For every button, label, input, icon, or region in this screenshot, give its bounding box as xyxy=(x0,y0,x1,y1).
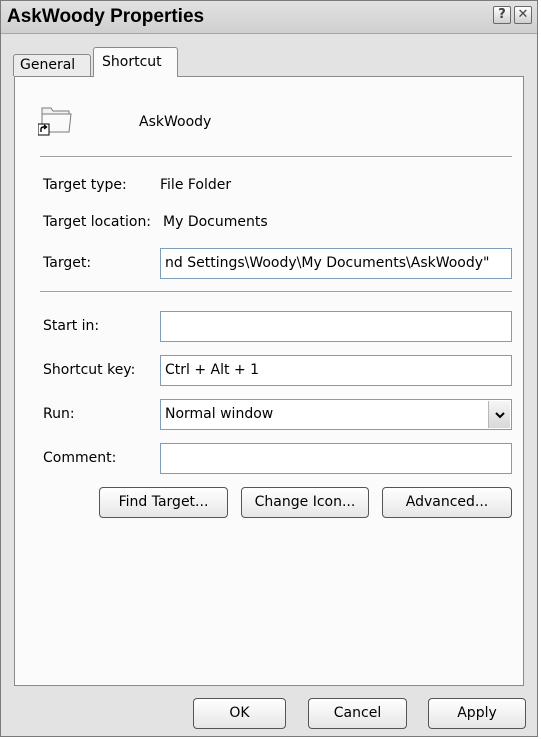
start-in-label: Start in: xyxy=(43,318,100,334)
ok-button[interactable]: OK xyxy=(193,698,286,729)
comment-field[interactable] xyxy=(160,443,512,474)
advanced-button[interactable]: Advanced... xyxy=(382,487,512,518)
target-location-value: My Documents xyxy=(163,214,268,230)
comment-label: Comment: xyxy=(43,450,117,466)
target-type-label: Target type: xyxy=(43,177,127,193)
shortcut-arrow-icon xyxy=(38,123,50,136)
start-in-field[interactable] xyxy=(160,311,512,342)
run-label: Run: xyxy=(43,406,75,422)
shortcut-key-field[interactable]: Ctrl + Alt + 1 xyxy=(160,355,512,386)
tab-shortcut[interactable]: Shortcut xyxy=(93,47,178,77)
run-select[interactable]: Normal window xyxy=(160,399,512,430)
title-bar[interactable]: AskWoody Properties ? ✕ xyxy=(1,1,537,34)
shortcut-tab-panel: AskWoody Target type: File Folder Target… xyxy=(14,76,524,686)
chevron-down-icon[interactable] xyxy=(488,401,510,428)
folder-icon xyxy=(38,107,72,136)
run-selected-value: Normal window xyxy=(165,406,274,422)
target-location-label: Target location: xyxy=(43,214,152,230)
shortcut-key-label: Shortcut key: xyxy=(43,362,136,378)
tab-general[interactable]: General xyxy=(13,54,91,76)
target-type-value: File Folder xyxy=(160,177,232,193)
help-button[interactable]: ? xyxy=(493,6,511,24)
cancel-button[interactable]: Cancel xyxy=(308,698,407,729)
separator xyxy=(40,291,512,293)
target-field[interactable]: nd Settings\Woody\My Documents\AskWoody" xyxy=(160,248,512,279)
shortcut-name: AskWoody xyxy=(139,114,212,130)
close-button[interactable]: ✕ xyxy=(514,6,532,24)
window-title: AskWoody Properties xyxy=(7,6,205,27)
properties-dialog: AskWoody Properties ? ✕ General Shortcut… xyxy=(0,0,538,737)
find-target-button[interactable]: Find Target... xyxy=(99,487,228,518)
apply-button[interactable]: Apply xyxy=(428,698,526,729)
separator xyxy=(40,156,512,158)
target-label: Target: xyxy=(43,255,92,271)
change-icon-button[interactable]: Change Icon... xyxy=(241,487,369,518)
